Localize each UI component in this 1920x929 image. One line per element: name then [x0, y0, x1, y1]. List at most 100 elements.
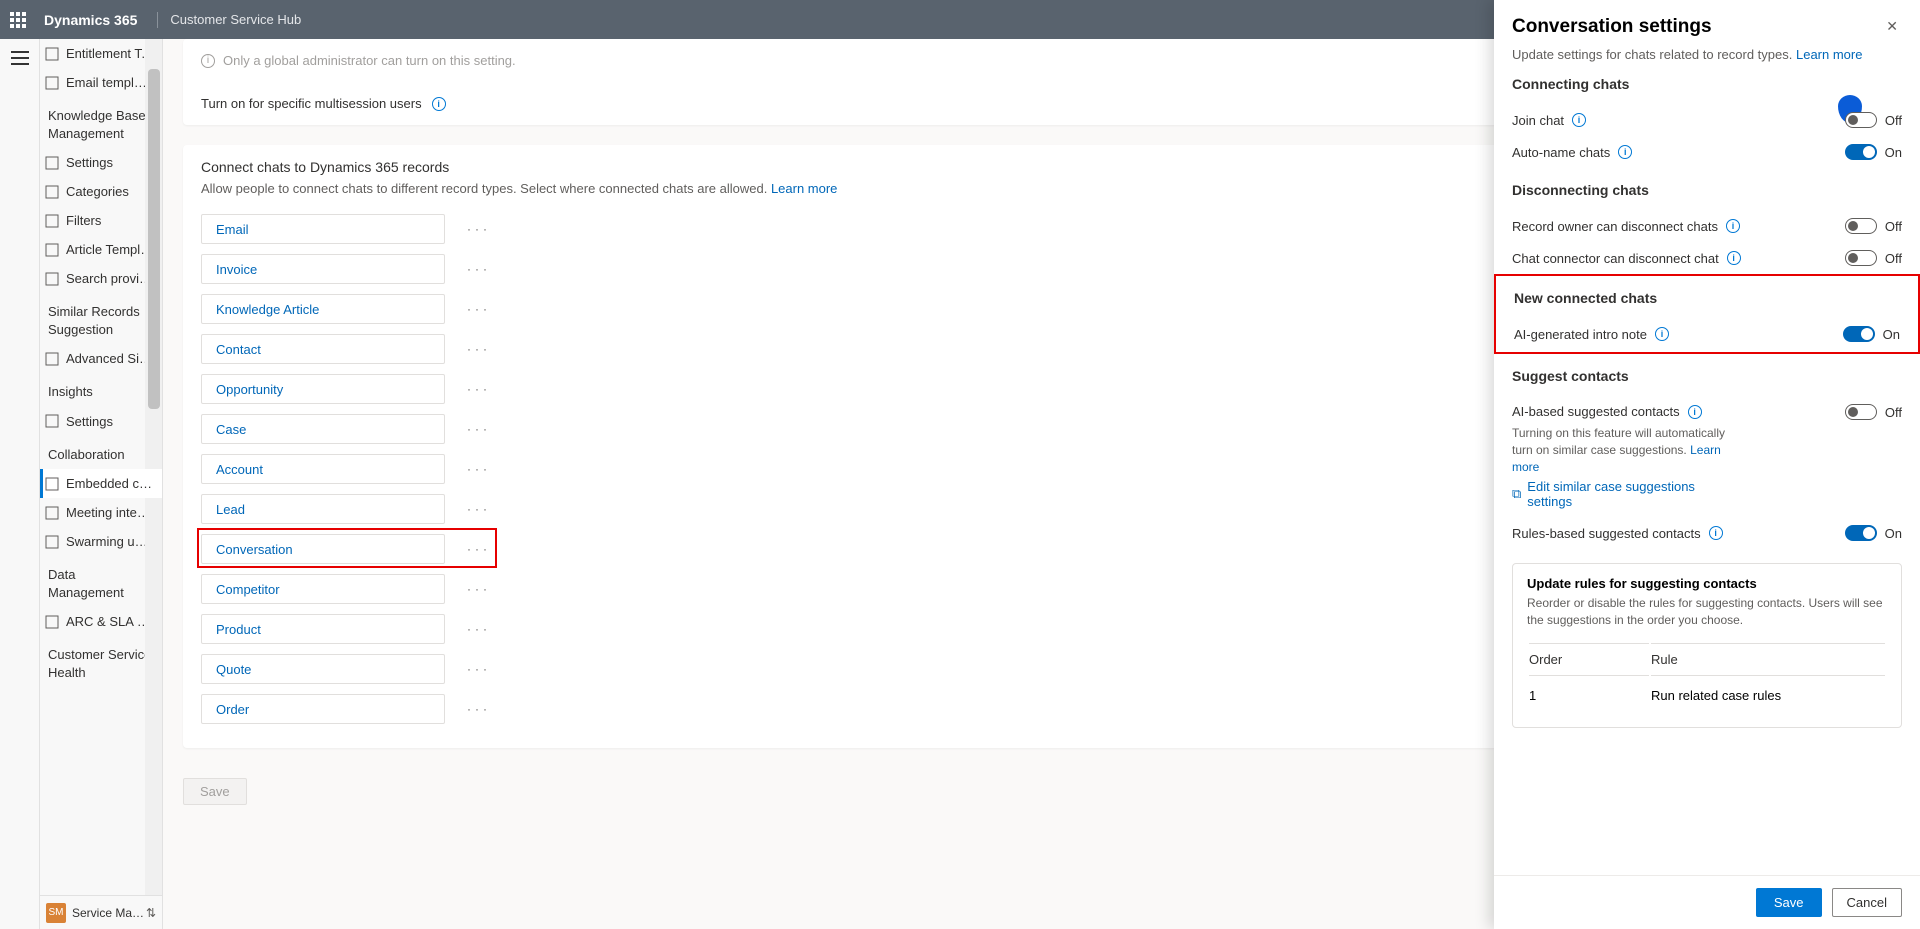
ai-intro-note-label: AI-generated intro note	[1514, 327, 1647, 342]
record-type-button[interactable]: Product	[201, 614, 445, 644]
more-icon[interactable]: ···	[463, 618, 495, 640]
rule-row[interactable]: 1Run related case rules	[1529, 678, 1885, 713]
save-button[interactable]: Save	[183, 778, 247, 805]
record-type-button[interactable]: Account	[201, 454, 445, 484]
sidebar-item[interactable]: Article Templates	[40, 235, 162, 264]
record-type-button[interactable]: Conversation	[201, 534, 445, 564]
nav-icon	[44, 75, 60, 91]
record-type-button[interactable]: Knowledge Article	[201, 294, 445, 324]
col-rule: Rule	[1651, 643, 1885, 676]
nav-icon	[44, 476, 60, 492]
info-icon[interactable]: i	[1688, 405, 1702, 419]
sidebar-item[interactable]: Swarming using T…	[40, 527, 162, 556]
learn-more-link[interactable]: Learn more	[771, 181, 837, 196]
info-icon[interactable]: i	[1618, 145, 1632, 159]
info-icon[interactable]: i	[1709, 526, 1723, 540]
sidebar-group: Knowledge Base Management	[40, 97, 162, 148]
rule-name: Run related case rules	[1651, 678, 1885, 713]
nav-icon	[44, 271, 60, 287]
record-type-button[interactable]: Lead	[201, 494, 445, 524]
connector-disconnect-toggle[interactable]: Off	[1845, 250, 1902, 266]
section-disconnecting: Disconnecting chats	[1512, 182, 1902, 198]
info-icon[interactable]: i	[1655, 327, 1669, 341]
join-chat-toggle[interactable]: Off	[1845, 112, 1902, 128]
more-icon[interactable]: ···	[463, 458, 495, 480]
record-type-button[interactable]: Case	[201, 414, 445, 444]
panel-save-button[interactable]: Save	[1756, 888, 1822, 917]
more-icon[interactable]: ···	[463, 698, 495, 720]
conversation-settings-panel: Conversation settings ✕ Update settings …	[1494, 0, 1920, 929]
nav-icon	[44, 213, 60, 229]
rules-contacts-toggle[interactable]: On	[1845, 525, 1902, 541]
nav-rail	[0, 39, 40, 929]
col-order: Order	[1529, 643, 1649, 676]
sidebar-item-label: Categories	[66, 184, 129, 199]
info-icon[interactable]: i	[1726, 219, 1740, 233]
record-type-button[interactable]: Competitor	[201, 574, 445, 604]
record-type-button[interactable]: Invoice	[201, 254, 445, 284]
sidebar-item[interactable]: Settings	[40, 407, 162, 436]
info-icon[interactable]: i	[1727, 251, 1741, 265]
panel-subtitle: Update settings for chats related to rec…	[1512, 47, 1902, 62]
area-avatar: SM	[46, 903, 66, 923]
record-type-button[interactable]: Email	[201, 214, 445, 244]
area-switcher[interactable]: SM Service Managem… ⇅	[40, 895, 162, 929]
more-icon[interactable]: ···	[463, 498, 495, 520]
join-chat-label: Join chat	[1512, 113, 1564, 128]
close-icon[interactable]: ✕	[1882, 14, 1902, 39]
sidebar-item-label: Email templates	[66, 75, 154, 90]
more-icon[interactable]: ···	[463, 658, 495, 680]
hamburger-icon[interactable]	[11, 51, 29, 65]
record-type-button[interactable]: Quote	[201, 654, 445, 684]
sidebar-item[interactable]: ARC & SLA Migra…	[40, 607, 162, 636]
sidebar-item[interactable]: Advanced Similari…	[40, 344, 162, 373]
sidebar-scrollbar-thumb[interactable]	[148, 69, 160, 409]
nav-icon	[44, 155, 60, 171]
sidebar-group: Collaboration	[40, 436, 162, 470]
sidebar-item[interactable]: Embedded chat u…	[40, 469, 162, 498]
sidebar-item-label: Filters	[66, 213, 101, 228]
ai-intro-note-toggle[interactable]: On	[1843, 326, 1900, 342]
more-icon[interactable]: ···	[463, 258, 495, 280]
sidebar-item[interactable]: Search providers	[40, 264, 162, 293]
sidebar-item[interactable]: Categories	[40, 177, 162, 206]
app-title: Dynamics 365	[44, 12, 137, 28]
info-icon[interactable]: i	[1572, 113, 1586, 127]
more-icon[interactable]: ···	[463, 578, 495, 600]
nav-icon	[44, 614, 60, 630]
sidebar-item-label: ARC & SLA Migra…	[66, 614, 154, 629]
more-icon[interactable]: ···	[463, 378, 495, 400]
owner-disconnect-toggle[interactable]: Off	[1845, 218, 1902, 234]
rules-table: OrderRule 1Run related case rules	[1527, 641, 1887, 715]
separator	[157, 12, 158, 28]
rules-card-desc: Reorder or disable the rules for suggest…	[1527, 595, 1887, 629]
learn-more-link[interactable]: Learn more	[1796, 47, 1862, 62]
more-icon[interactable]: ···	[463, 538, 495, 560]
panel-cancel-button[interactable]: Cancel	[1832, 888, 1902, 917]
more-icon[interactable]: ···	[463, 298, 495, 320]
sidebar-item[interactable]: Email templates	[40, 68, 162, 97]
sidebar-item[interactable]: Settings	[40, 148, 162, 177]
connector-disconnect-label: Chat connector can disconnect chat	[1512, 251, 1719, 266]
sidebar-item[interactable]: Meeting integrati…	[40, 498, 162, 527]
open-icon: ⧉	[1512, 486, 1521, 502]
record-type-button[interactable]: Order	[201, 694, 445, 724]
auto-name-toggle[interactable]: On	[1845, 144, 1902, 160]
sidebar-scrollbar-track[interactable]	[145, 39, 162, 895]
more-icon[interactable]: ···	[463, 218, 495, 240]
ai-contacts-toggle[interactable]: Off	[1845, 404, 1902, 420]
record-type-button[interactable]: Opportunity	[201, 374, 445, 404]
sidebar-group: Customer Service Health	[40, 636, 162, 687]
info-icon[interactable]: i	[432, 97, 446, 111]
edit-similar-link[interactable]: ⧉Edit similar case suggestions settings	[1512, 479, 1742, 509]
sidebar-item[interactable]: Entitlement Templ…	[40, 39, 162, 68]
nav-icon	[44, 242, 60, 258]
sidebar-item[interactable]: Filters	[40, 206, 162, 235]
more-icon[interactable]: ···	[463, 418, 495, 440]
app-launcher-icon[interactable]	[10, 12, 26, 28]
ai-contacts-row: AI-based suggested contactsi Turning on …	[1512, 396, 1902, 517]
more-icon[interactable]: ···	[463, 338, 495, 360]
ai-intro-note-row: AI-generated intro note i On	[1514, 318, 1900, 350]
rules-card-title: Update rules for suggesting contacts	[1527, 576, 1887, 591]
record-type-button[interactable]: Contact	[201, 334, 445, 364]
